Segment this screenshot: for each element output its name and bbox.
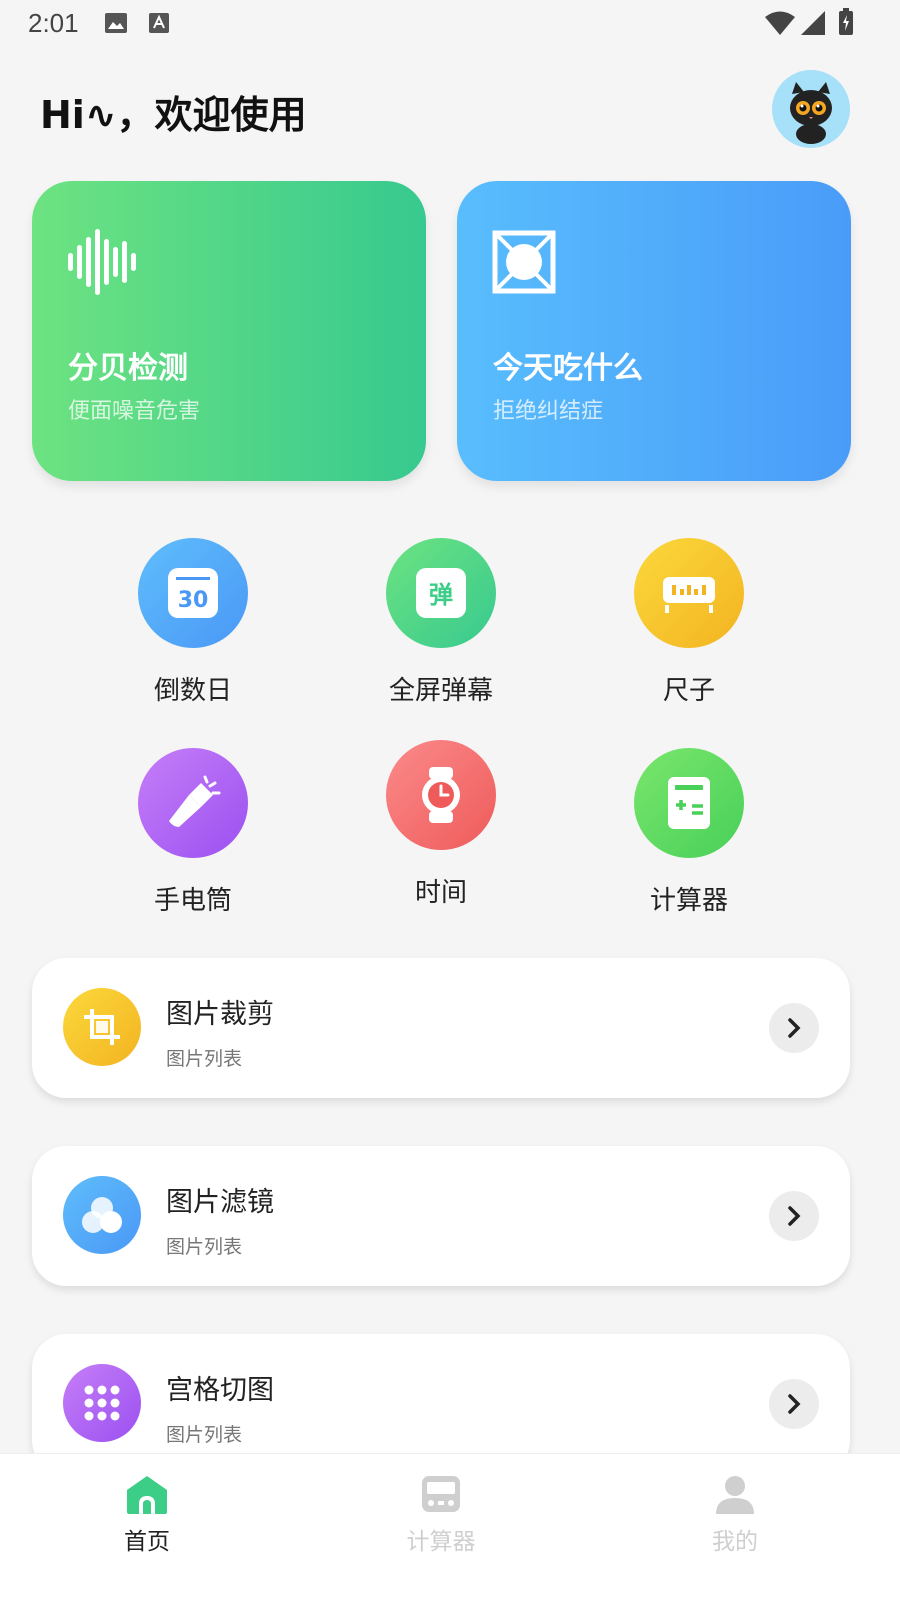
card-title: 分贝检测 [68, 351, 188, 386]
flashlight-icon [169, 775, 221, 827]
chevron-right-icon[interactable] [769, 1003, 819, 1053]
chevron-right-icon[interactable] [769, 1379, 819, 1429]
tool-label: 计算器 [649, 886, 728, 916]
wifi-icon [764, 10, 796, 40]
list-item-crop[interactable]: 图片裁剪 图片列表 [32, 958, 850, 1098]
tool-label: 尺子 [662, 676, 715, 706]
list-item-subtitle: 图片列表 [166, 1236, 243, 1258]
filter-icon [82, 1197, 122, 1233]
tool-danmaku[interactable]: 弹 全屏弹幕 [341, 538, 541, 707]
time-icon-circle [386, 740, 496, 850]
user-icon [716, 1476, 754, 1514]
tool-label: 手电筒 [153, 886, 232, 916]
watch-icon [422, 767, 460, 823]
tool-label: 倒数日 [153, 676, 232, 706]
bus-calculator-icon [422, 1476, 460, 1512]
status-bar: 2:01 [0, 0, 900, 50]
card-subtitle: 便面噪音危害 [68, 399, 201, 424]
grid-icon-circle [63, 1364, 141, 1442]
tool-flashlight[interactable]: 手电筒 [93, 748, 293, 917]
food-picker-card[interactable]: 今天吃什么 拒绝纠结症 [457, 181, 851, 481]
countdown-icon-circle: 30 [138, 538, 248, 648]
greeting-title: Hi∿，欢迎使用 [40, 93, 307, 137]
list-item-subtitle: 图片列表 [166, 1048, 243, 1070]
nav-calculator[interactable]: 计算器 [371, 1474, 511, 1556]
nav-label: 首页 [124, 1529, 170, 1555]
home-icon [127, 1476, 167, 1514]
decibel-card[interactable]: 分贝检测 便面噪音危害 [32, 181, 426, 481]
filter-icon-circle [63, 1176, 141, 1254]
flashlight-icon-circle [138, 748, 248, 858]
list-item-title: 图片裁剪 [166, 999, 274, 1030]
text-notification-icon [148, 12, 170, 38]
bottom-nav: 首页 计算器 我的 [0, 1453, 900, 1600]
nav-label: 我的 [712, 1529, 758, 1555]
tool-label: 时间 [414, 878, 467, 908]
calculator-icon-circle [634, 748, 744, 858]
list-item-filter[interactable]: 图片滤镜 图片列表 [32, 1146, 850, 1286]
card-title: 今天吃什么 [493, 351, 643, 386]
danmaku-icon-circle: 弹 [386, 538, 496, 648]
danmaku-icon: 弹 [416, 568, 466, 618]
list-item-title: 图片滤镜 [166, 1187, 274, 1218]
calendar-number: 30 [178, 588, 209, 613]
cat-avatar-icon [790, 82, 832, 144]
ruler-icon [663, 577, 715, 613]
tool-calculator[interactable]: 计算器 [589, 748, 789, 917]
crop-icon [84, 1009, 120, 1045]
tool-ruler[interactable]: 尺子 [589, 538, 789, 707]
danmaku-icon-text: 弹 [429, 581, 453, 609]
calendar-icon: 30 [168, 568, 218, 618]
sound-wave-icon [66, 229, 136, 299]
ruler-icon-circle [634, 538, 744, 648]
grid-dots-icon [84, 1385, 120, 1421]
tool-countdown[interactable]: 30 倒数日 [93, 538, 293, 707]
tool-label: 全屏弹幕 [388, 676, 493, 706]
list-item-subtitle: 图片列表 [166, 1424, 243, 1446]
food-box-icon [491, 229, 557, 299]
signal-icon [800, 10, 826, 40]
chevron-right-icon[interactable] [769, 1191, 819, 1241]
status-time: 2:01 [28, 8, 79, 38]
tool-time[interactable]: 时间 [341, 740, 541, 909]
calculator-icon [668, 777, 710, 829]
crop-icon-circle [63, 988, 141, 1066]
nav-label: 计算器 [406, 1529, 476, 1555]
card-subtitle: 拒绝纠结症 [493, 399, 604, 424]
avatar[interactable] [772, 70, 850, 148]
battery-icon [838, 8, 854, 40]
list-item-title: 宫格切图 [166, 1375, 274, 1406]
nav-mine[interactable]: 我的 [665, 1474, 805, 1556]
nav-home[interactable]: 首页 [77, 1474, 217, 1556]
image-notification-icon [104, 12, 128, 38]
